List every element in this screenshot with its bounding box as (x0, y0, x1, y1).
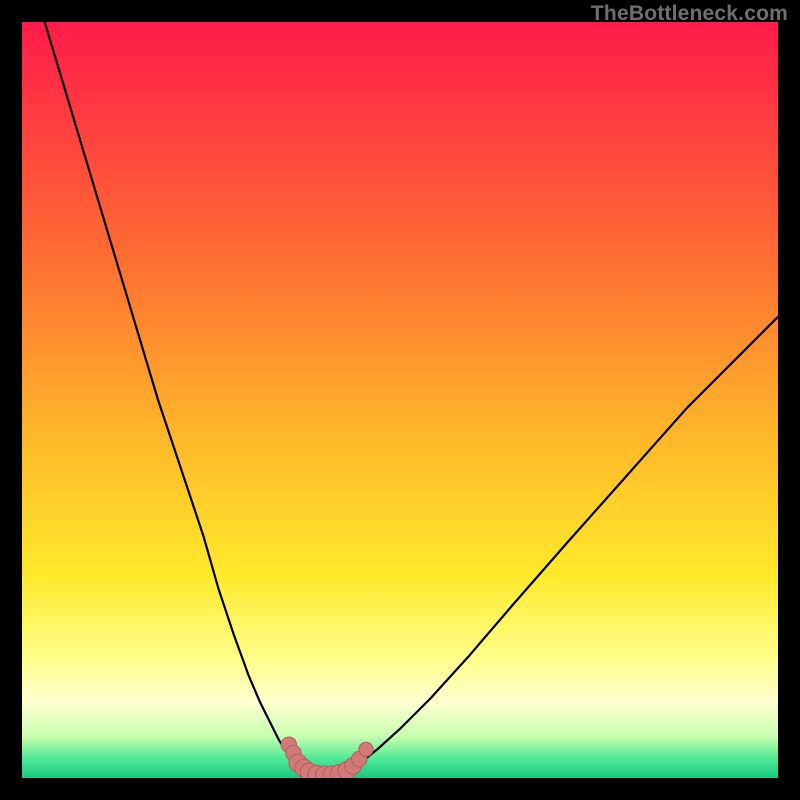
chart-frame: TheBottleneck.com (0, 0, 800, 800)
chart-plot-area (22, 22, 778, 778)
data-marker (359, 742, 373, 756)
gradient-background (22, 22, 778, 778)
chart-svg (22, 22, 778, 778)
watermark-text: TheBottleneck.com (591, 2, 788, 26)
